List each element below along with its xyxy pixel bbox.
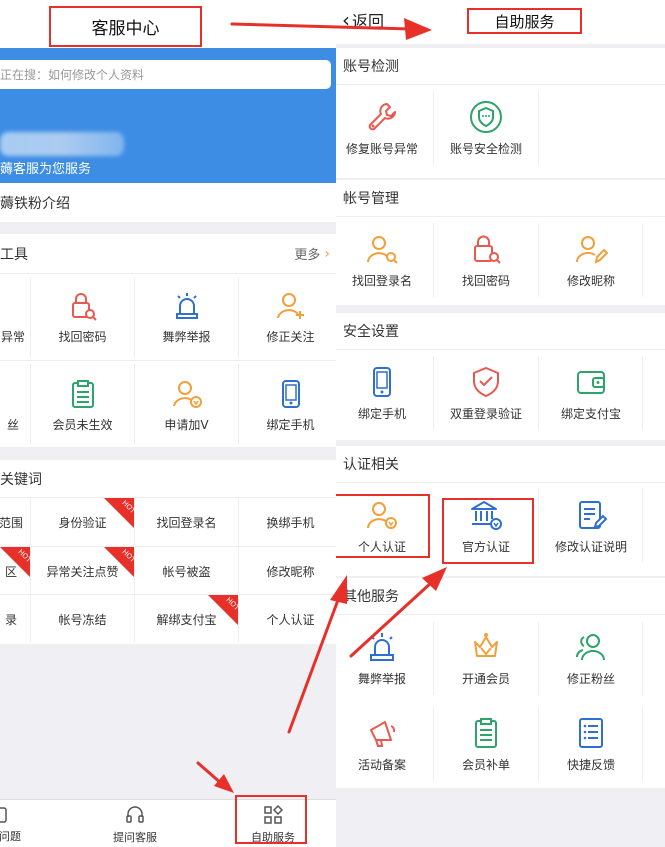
section-title: 认证相关 bbox=[336, 446, 665, 483]
bind-alipay-button[interactable]: 绑定支付宝 bbox=[539, 350, 643, 436]
more-button[interactable]: 更多 › bbox=[294, 244, 336, 264]
official-verification-highlight bbox=[442, 498, 534, 564]
wrench-icon bbox=[368, 102, 396, 130]
section-other-services: 其他服务 舞弊举报 开通会员 修正粉丝 活动备案 会员补单 快捷反馈 bbox=[336, 578, 665, 788]
more-label: 更多 bbox=[294, 248, 321, 263]
section-title: 账号检测 bbox=[336, 48, 665, 85]
account-security-check-button[interactable]: 账号安全检测 bbox=[434, 85, 538, 171]
hot-badge: HOT bbox=[104, 547, 134, 577]
headset-icon bbox=[126, 805, 144, 823]
repair-account-button[interactable]: 修复账号异常 bbox=[336, 85, 434, 171]
hot-badge: HOT bbox=[104, 498, 134, 528]
section-title: 安全设置 bbox=[336, 313, 665, 350]
user-verify-icon bbox=[172, 380, 202, 408]
page-title: 客服中心 bbox=[49, 6, 202, 47]
blurred-username bbox=[0, 132, 124, 156]
recover-password-button[interactable]: 找回密码 bbox=[434, 217, 538, 303]
lock-search-icon bbox=[71, 292, 97, 321]
crown-icon bbox=[474, 632, 498, 657]
section-title: 帐号管理 bbox=[336, 180, 665, 217]
document-list-icon bbox=[579, 717, 603, 748]
alarm-icon bbox=[370, 632, 394, 661]
self-service-screen: ‹ 返回 自助服务 账号检测 修复账号异常 账号安全检测 帐号管理 找回登录名 … bbox=[336, 0, 665, 847]
keyword-item[interactable]: 异常关注点赞 HOT bbox=[31, 547, 134, 595]
search-input[interactable]: 正在搜：如何修改个人资料 bbox=[0, 60, 331, 89]
user-add-icon bbox=[276, 292, 304, 319]
keyword-item[interactable]: 区 HOT bbox=[0, 547, 30, 595]
keyword-item[interactable]: 录 bbox=[0, 595, 30, 643]
keyword-item[interactable]: 解绑支付宝 HOT bbox=[135, 595, 238, 643]
two-factor-login-button[interactable]: 双重登录验证 bbox=[434, 350, 538, 436]
keyword-item[interactable]: 范围 bbox=[0, 498, 30, 546]
keyword-item[interactable]: 换绑手机 bbox=[239, 498, 336, 546]
keyword-item[interactable]: 个人认证 bbox=[239, 595, 336, 643]
tool-report[interactable]: 舞弊举报 bbox=[135, 274, 238, 360]
self-service-highlight bbox=[235, 795, 307, 844]
wallet-icon bbox=[577, 370, 605, 394]
keyword-item[interactable]: 帐号冻结 bbox=[31, 595, 134, 643]
clipboard-icon bbox=[475, 717, 497, 748]
page-title: 自助服务 bbox=[467, 8, 582, 34]
edit-verification-note-button[interactable]: 修改认证说明 bbox=[539, 483, 643, 569]
user-edit-icon bbox=[575, 235, 608, 264]
user-search-icon bbox=[367, 235, 398, 264]
shield-icon bbox=[470, 100, 502, 133]
tool-fix-follow[interactable]: 修正关注 bbox=[239, 274, 336, 360]
megaphone-icon bbox=[370, 720, 396, 747]
section-security-settings: 安全设置 绑定手机 双重登录验证 绑定支付宝 bbox=[336, 313, 665, 440]
tool-abnormal[interactable]: 异常 bbox=[0, 274, 30, 360]
nav-bar: ‹ 返回 自助服务 bbox=[336, 0, 665, 44]
chevron-right-icon: › bbox=[324, 245, 330, 262]
question-icon bbox=[0, 806, 7, 823]
keyword-item[interactable]: 修改昵称 bbox=[239, 547, 336, 595]
personal-verification-highlight bbox=[336, 494, 430, 558]
phone-icon bbox=[281, 379, 300, 408]
keyword-item[interactable]: 帐号被盗 bbox=[135, 547, 238, 595]
tool-recover-password[interactable]: 找回密码 bbox=[31, 274, 134, 360]
phone-icon bbox=[373, 366, 391, 397]
back-button[interactable]: ‹ 返回 bbox=[342, 8, 384, 32]
open-membership-button[interactable]: 开通会员 bbox=[434, 615, 538, 701]
member-resupply-button[interactable]: 会员补单 bbox=[434, 701, 538, 787]
keyword-item[interactable]: 身份验证 HOT bbox=[31, 498, 134, 546]
keywords-heading: 关键词 bbox=[0, 471, 42, 488]
intro-link[interactable]: 薅铁粉介绍 bbox=[0, 183, 336, 222]
tools-heading: 工具 bbox=[0, 246, 28, 263]
keywords-section: 关键词 范围 身份验证 HOT 找回登录名 换绑手机 区 HOT 异常关注点赞 HOT… bbox=[0, 460, 336, 644]
tool-member-not-effective[interactable]: 会员未生效 bbox=[31, 362, 134, 448]
tools-section: 工具 更多 › 异常 找回密码 舞弊举报 修正关注 丝 会员未生效 申请加V 绑… bbox=[0, 234, 336, 447]
section-account-manage: 帐号管理 找回登录名 找回密码 修改昵称 bbox=[336, 180, 665, 305]
tool-apply-v[interactable]: 申请加V bbox=[135, 362, 238, 448]
hot-badge: HOT bbox=[208, 595, 238, 625]
alarm-icon bbox=[175, 292, 198, 319]
customer-service-screen: 客服中心 正在搜：如何修改个人资料 薅客服为您服务 薅铁粉介绍 工具 更多 › … bbox=[0, 0, 336, 847]
bind-phone-button[interactable]: 绑定手机 bbox=[336, 350, 434, 436]
section-title: 其他服务 bbox=[336, 578, 665, 615]
clipboard-icon bbox=[71, 379, 94, 408]
keyword-item[interactable]: 找回登录名 bbox=[135, 498, 238, 546]
tab-questions[interactable]: 问题 bbox=[0, 800, 30, 847]
fix-fans-button[interactable]: 修正粉丝 bbox=[539, 615, 643, 701]
shield-check-icon bbox=[473, 366, 499, 397]
tool-fans[interactable]: 丝 bbox=[0, 362, 30, 448]
lock-search-icon bbox=[474, 235, 501, 264]
edit-nickname-button[interactable]: 修改昵称 bbox=[539, 217, 643, 303]
document-edit-icon bbox=[579, 500, 608, 529]
hot-badge: HOT bbox=[0, 547, 30, 577]
chevron-left-icon: ‹ bbox=[342, 8, 350, 32]
tab-ask-service[interactable]: 提问客服 bbox=[100, 800, 170, 847]
banner: 正在搜：如何修改个人资料 薅客服为您服务 bbox=[0, 48, 336, 183]
tool-bind-phone[interactable]: 绑定手机 bbox=[239, 362, 336, 448]
recover-username-button[interactable]: 找回登录名 bbox=[336, 217, 434, 303]
quick-feedback-button[interactable]: 快捷反馈 bbox=[539, 701, 643, 787]
banner-subtitle: 薅客服为您服务 bbox=[0, 162, 92, 177]
report-fraud-button[interactable]: 舞弊举报 bbox=[336, 615, 434, 701]
section-account-check: 账号检测 修复账号异常 账号安全检测 bbox=[336, 48, 665, 178]
activity-filing-button[interactable]: 活动备案 bbox=[336, 701, 434, 787]
users-icon bbox=[576, 633, 605, 660]
